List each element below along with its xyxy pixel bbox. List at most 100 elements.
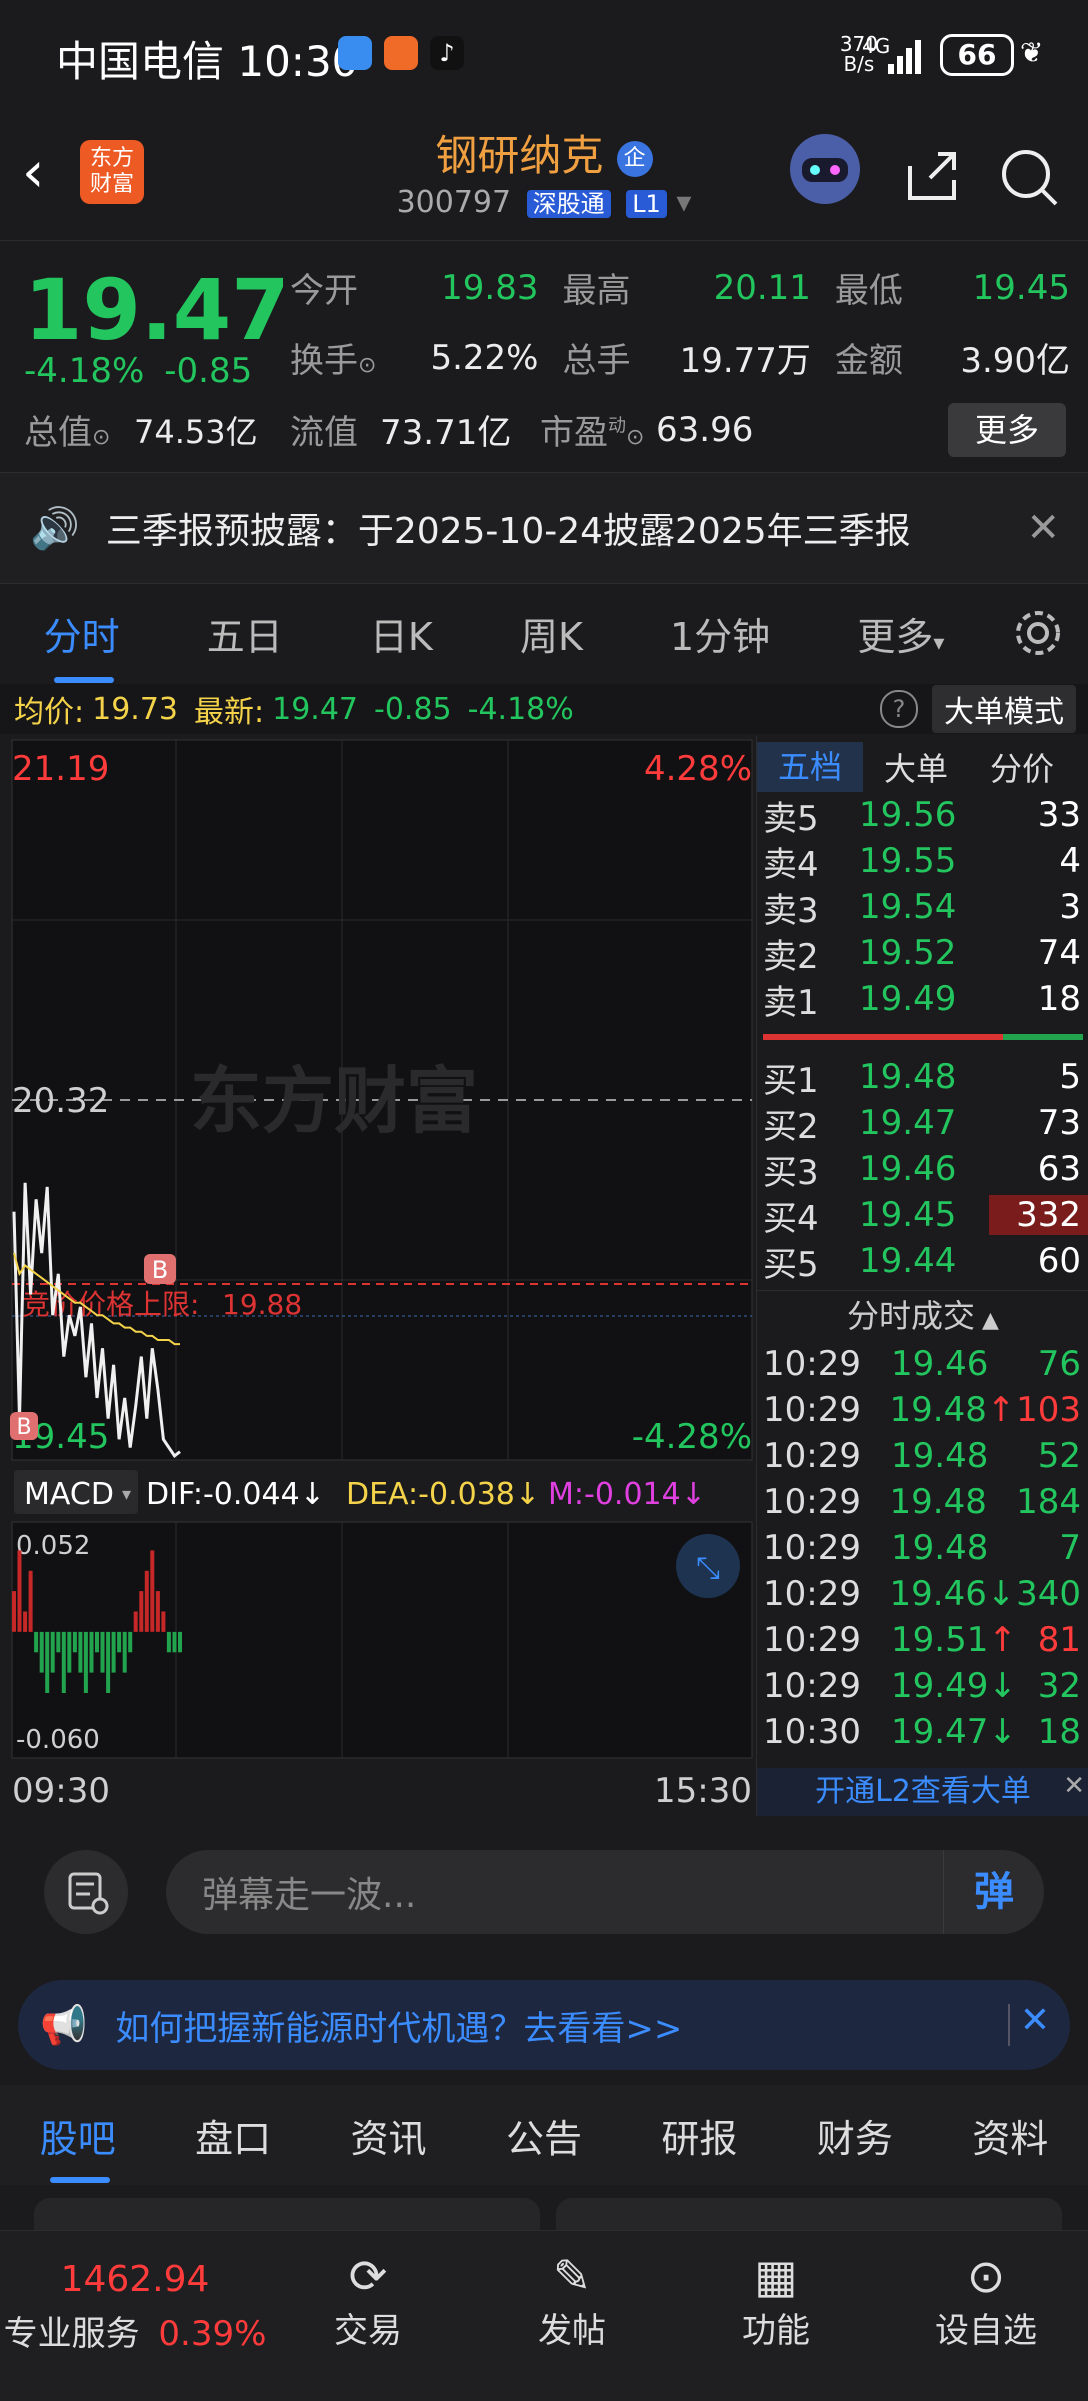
settings-icon[interactable] xyxy=(1012,607,1064,663)
tab-five-day[interactable]: 五日 xyxy=(207,606,283,661)
macd-bar xyxy=(89,1631,94,1673)
trade-icon: ⟳ xyxy=(348,2249,388,2303)
trade-time: 10:29 xyxy=(763,1620,861,1660)
dif-value: DIF:-0.044↓ xyxy=(146,1477,325,1512)
chart-canvas[interactable]: 东方财富 21.19 4.28% 20.32 19.45 -4.28% 竞价价格… xyxy=(0,736,756,1816)
tiktok-icon: ♪ xyxy=(430,36,464,70)
nav-trade[interactable]: ⟳ 交易 xyxy=(288,2249,448,2352)
change-value: -0.85 xyxy=(164,351,253,391)
tab-news[interactable]: 资讯 xyxy=(351,2108,427,2163)
send-danmaku-button[interactable]: 弹 xyxy=(943,1850,1044,1934)
carrier-time: 中国电信 10:30 xyxy=(56,37,359,86)
macd-bar xyxy=(67,1631,72,1673)
tab-profile[interactable]: 资料 xyxy=(972,2108,1048,2163)
sell-row[interactable]: 卖1 19.49 18 xyxy=(757,976,1088,1023)
tab-research[interactable]: 研报 xyxy=(661,2108,737,2163)
big-order-mode-button[interactable]: 大单模式 xyxy=(932,685,1076,733)
more-dots-icon: ⊙ xyxy=(966,2249,1006,2303)
robot-assistant-icon[interactable] xyxy=(790,134,860,204)
trades-header[interactable]: 分时成交 ▲ xyxy=(757,1290,1088,1341)
close-icon[interactable]: ✕ xyxy=(1026,505,1060,551)
tab-1min[interactable]: 1分钟 xyxy=(670,606,770,661)
tab-daily-k[interactable]: 日K xyxy=(370,606,433,661)
sell-row[interactable]: 卖2 19.52 74 xyxy=(757,930,1088,977)
trade-volume: 32 xyxy=(1037,1666,1081,1706)
nav-functions[interactable]: ▦ 功能 xyxy=(696,2249,856,2352)
grid-icon: ▦ xyxy=(754,2249,798,2303)
service-pct: 0.39% xyxy=(158,2314,267,2354)
price-info-line: 均价: 19.73 最新: 19.47 -0.85 -4.18% ? 大单模式 xyxy=(0,684,1088,734)
volume-label: 总手 xyxy=(562,341,631,381)
share-icon[interactable] xyxy=(902,146,962,210)
tab-big-orders[interactable]: 大单 xyxy=(863,744,969,790)
search-icon[interactable] xyxy=(998,146,1060,212)
macd-bar xyxy=(139,1591,144,1632)
macd-bar xyxy=(50,1631,55,1673)
danmaku-input[interactable]: 弹幕走一波... 弹 xyxy=(166,1850,1044,1934)
status-bar: 中国电信 10:30 ♪ 370 B/s 4G 66 ❦ xyxy=(0,0,1088,110)
tab-announcements[interactable]: 公告 xyxy=(506,2108,582,2163)
notice-bar[interactable]: 🔊 三季报预披露：于2025-10-24披露2025年三季报 ✕ xyxy=(0,472,1088,584)
tab-handicap[interactable]: 盘口 xyxy=(195,2108,271,2163)
trade-time: 10:29 xyxy=(763,1666,861,1706)
tab-price-split[interactable]: 分价 xyxy=(969,744,1075,790)
macd-bar xyxy=(83,1631,88,1693)
pro-service[interactable]: 1462.94 专业服务 0.39% xyxy=(0,2259,270,2355)
macd-bar xyxy=(144,1570,149,1632)
close-icon[interactable]: ✕ xyxy=(1020,2000,1050,2041)
trade-time: 10:29 xyxy=(763,1344,861,1384)
buy-row[interactable]: 买2 19.47 73 xyxy=(757,1100,1088,1147)
help-icon[interactable]: ? xyxy=(880,690,918,728)
tab-weekly-k[interactable]: 周K xyxy=(520,606,583,661)
macd-bar xyxy=(128,1631,133,1653)
macd-bar xyxy=(155,1591,160,1632)
sell-row[interactable]: 卖4 19.55 4 xyxy=(757,838,1088,885)
low-value: 19.45 xyxy=(972,267,1071,308)
macd-bar xyxy=(122,1631,127,1673)
danmaku-placeholder: 弹幕走一波... xyxy=(202,1875,417,1916)
sell-row[interactable]: 卖3 19.54 3 xyxy=(757,884,1088,931)
trade-price: 19.46↓ xyxy=(889,1574,1016,1614)
dropdown-icon: ▾ xyxy=(676,185,692,220)
trade-price: 19.49↓ xyxy=(891,1666,1017,1706)
promo-banner[interactable]: 📢 如何把握新能源时代机遇？去看看>> ✕ xyxy=(18,1980,1070,2070)
amount-value: 3.90亿 xyxy=(960,341,1071,381)
dea-value: DEA:-0.038↓ xyxy=(346,1477,540,1512)
tab-more[interactable]: 更多▾ xyxy=(857,606,944,661)
more-button[interactable]: 更多 xyxy=(948,403,1066,457)
bottom-nav: 1462.94 专业服务 0.39% ⟳ 交易 ✎ 发帖 ▦ 功能 ⊙ 设自选 xyxy=(0,2230,1088,2401)
macd-top: 0.052 xyxy=(16,1531,90,1561)
nav-post[interactable]: ✎ 发帖 xyxy=(492,2249,652,2352)
comment-list-icon[interactable] xyxy=(44,1850,128,1934)
buy-row[interactable]: 买3 19.46 63 xyxy=(757,1146,1088,1193)
tab-forum[interactable]: 股吧 xyxy=(40,2108,116,2183)
macd-bar xyxy=(117,1631,122,1653)
close-icon[interactable]: ✕ xyxy=(1063,1762,1085,1810)
buy-row[interactable]: 买1 19.48 5 xyxy=(757,1054,1088,1101)
mid-price: 20.32 xyxy=(12,1081,109,1121)
tab-five-levels[interactable]: 五档 xyxy=(757,742,863,792)
sell-row[interactable]: 卖5 19.56 33 xyxy=(757,792,1088,839)
macd-bar xyxy=(12,1591,16,1632)
speaker-icon: 🔊 xyxy=(30,505,80,552)
price-change: -4.18% -0.85 xyxy=(24,351,252,391)
divider xyxy=(1008,2004,1010,2046)
quote-row-2: 换手⊙ 5.22% 总手 19.77万 金额 3.90亿 xyxy=(290,333,1070,382)
trade-volume: 340 xyxy=(1016,1574,1081,1614)
tab-intraday[interactable]: 分时 xyxy=(44,606,120,683)
chat-icon xyxy=(338,36,372,70)
l2-upgrade-link[interactable]: 开通L2查看大单 ✕ xyxy=(757,1768,1088,1816)
trade-price: 19.47↓ xyxy=(891,1712,1017,1752)
macd-bar xyxy=(17,1550,22,1632)
card-peek xyxy=(34,2198,540,2230)
buy-row[interactable]: 买4 19.45 332 xyxy=(757,1192,1088,1239)
macd-bar xyxy=(45,1631,50,1693)
tab-finance[interactable]: 财务 xyxy=(817,2108,893,2163)
intraday-chart[interactable]: 东方财富 21.19 4.28% 20.32 19.45 -4.28% 竞价价格… xyxy=(0,736,756,1816)
macd-bar xyxy=(133,1611,138,1632)
stock-name: 钢研纳克 xyxy=(435,131,604,180)
buy-row[interactable]: 买5 19.44 60 xyxy=(757,1238,1088,1285)
info-icon: ⊙ xyxy=(92,425,111,450)
limit-label: 竞价价格上限: xyxy=(22,1288,199,1321)
nav-watchlist[interactable]: ⊙ 设自选 xyxy=(906,2249,1066,2352)
